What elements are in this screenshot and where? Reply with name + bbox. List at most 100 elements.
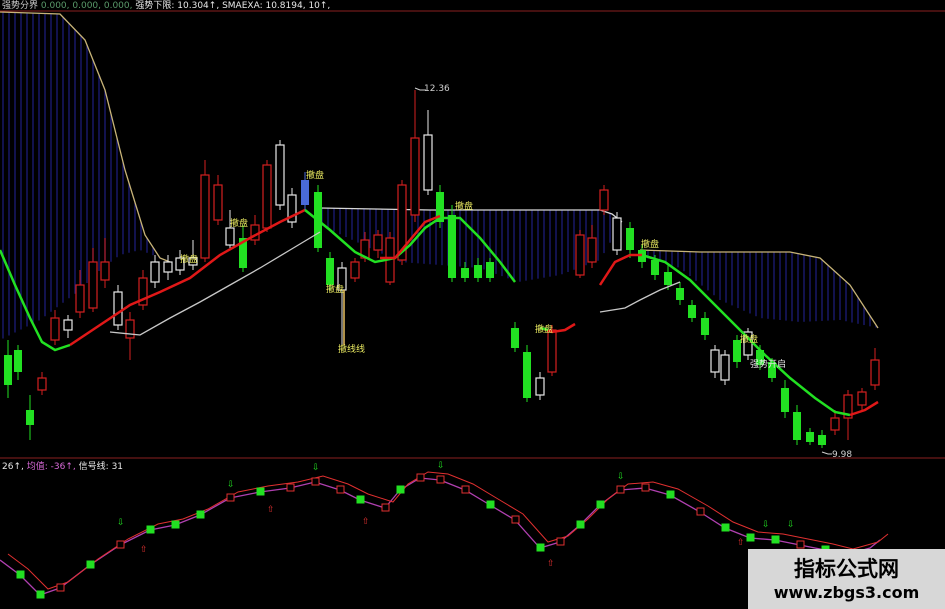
- candle-body: [587, 237, 597, 263]
- oscillator-block: [381, 503, 390, 512]
- stock-chart[interactable]: ⇩ ⇩ ⇩ ⇩ ⇩ ⇩ ⇩ ⇧ ⇧ ⇧ ⇧ ⇧: [0, 0, 945, 609]
- candle-body: [720, 354, 730, 381]
- candle-body: [651, 260, 659, 275]
- oscillator-block: [196, 510, 205, 519]
- legend-value: 10↑,: [308, 1, 331, 11]
- candle-body: [818, 435, 826, 445]
- oscillator-block: [86, 560, 95, 569]
- candle-body: [350, 261, 360, 279]
- low-marker: [821, 451, 832, 455]
- candle-body: [781, 388, 789, 412]
- signal-tag: 撤盘: [326, 285, 345, 295]
- candle-body: [701, 318, 709, 335]
- legend-item: SMAEXA:: [222, 1, 263, 11]
- down-signal-arrow: ⇧: [362, 517, 370, 527]
- up-signal-arrow: ⇩: [762, 520, 770, 530]
- legend-item: 信号线:: [78, 462, 109, 472]
- candle-body: [626, 228, 634, 250]
- candle-body: [448, 215, 456, 278]
- oscillator-block: [556, 537, 565, 546]
- oscillator-block: [796, 540, 805, 549]
- oscillator-block: [336, 485, 345, 494]
- signal-tag: 撤盘: [180, 255, 199, 265]
- oscillator-block: [256, 487, 265, 496]
- legend-value: 26↑,: [2, 462, 24, 472]
- candle-body: [575, 234, 585, 276]
- main-indicator-legend: 强势分界 0.000, 0.000, 0.000, 强势下限: 10.304↑,…: [2, 1, 330, 12]
- oscillator-block: [641, 483, 650, 492]
- candle-body: [423, 134, 433, 191]
- up-signal-arrow: ⇩: [117, 518, 125, 528]
- candle-body: [262, 164, 272, 229]
- oscillator-block: [36, 590, 45, 599]
- candle-body: [225, 227, 235, 246]
- buy-signal-label: 强势开启: [750, 360, 787, 370]
- candle-body: [612, 217, 622, 251]
- candle-body: [37, 377, 47, 391]
- candle-body: [50, 317, 60, 341]
- signal-tag: 撤盘: [230, 219, 249, 229]
- volatility-band: [2, 12, 877, 339]
- oscillator-block: [666, 490, 675, 499]
- oscillator-block: [356, 495, 365, 504]
- legend-item: 0.000, 0.000, 0.000,: [40, 1, 133, 11]
- high-price-label: 12.36: [424, 84, 450, 94]
- candle-body: [870, 359, 880, 386]
- signal-tag: 撤盘: [306, 171, 325, 181]
- candle-body: [200, 174, 210, 259]
- oscillator-block: [771, 535, 780, 544]
- candle-body: [793, 412, 801, 440]
- candle-body: [75, 284, 85, 313]
- legend-value: 31: [111, 462, 124, 472]
- oscillator-block: [171, 520, 180, 529]
- candle-body: [830, 417, 840, 431]
- candle-body: [511, 328, 519, 348]
- legend-value: -36↑,: [50, 462, 76, 472]
- oscillator-block: [616, 485, 625, 494]
- down-signal-arrow: ⇧: [140, 545, 148, 555]
- down-signal-arrow: ⇧: [547, 559, 555, 569]
- oscillator-block: [311, 477, 320, 486]
- ma-red-line: [598, 253, 642, 286]
- oscillator-block: [396, 485, 405, 494]
- candle-body: [474, 265, 482, 278]
- oscillator-block: [416, 473, 425, 482]
- moving-averages: [0, 208, 879, 417]
- up-signal-arrow: ⇩: [312, 463, 320, 473]
- oscillator-block: [596, 500, 605, 509]
- candle-body: [535, 377, 545, 396]
- oscillator-block: [486, 500, 495, 509]
- oscillator-block: [576, 520, 585, 529]
- candle-body: [547, 329, 557, 373]
- candle-body: [125, 319, 135, 339]
- down-signal-arrow: ⇧: [737, 538, 745, 548]
- up-signal-arrow: ⇩: [437, 461, 445, 471]
- oscillator-block: [116, 540, 125, 549]
- envelope-curve: [0, 11, 171, 263]
- oscillator-block: [146, 525, 155, 534]
- up-signal-arrow: ⇩: [617, 472, 625, 482]
- oscillator-block: [536, 543, 545, 552]
- candle-body: [326, 258, 334, 285]
- oscillator-block: [226, 493, 235, 502]
- candle-body: [710, 349, 720, 373]
- low-price-label: 9.98: [832, 450, 853, 460]
- candle-body: [213, 184, 223, 221]
- legend-item: 均值:: [26, 462, 48, 472]
- candle-body: [63, 319, 73, 331]
- oscillator-block: [436, 475, 445, 484]
- candle-body: [664, 272, 672, 285]
- signal-tag: 撤盘: [641, 240, 660, 250]
- candle-body: [4, 355, 12, 385]
- signal-tag: 撤盘: [740, 335, 759, 345]
- oscillator-block: [511, 515, 520, 524]
- watermark-title: 指标公式网: [794, 557, 899, 581]
- candle-body: [150, 261, 160, 283]
- candle-body: [88, 261, 98, 309]
- envelope-line: [0, 11, 879, 329]
- oscillator-block: [746, 533, 755, 542]
- candle-body: [163, 261, 173, 273]
- oscillator-block: [461, 485, 470, 494]
- candle-body: [857, 391, 867, 406]
- signal-tag: 撤盘: [535, 325, 554, 335]
